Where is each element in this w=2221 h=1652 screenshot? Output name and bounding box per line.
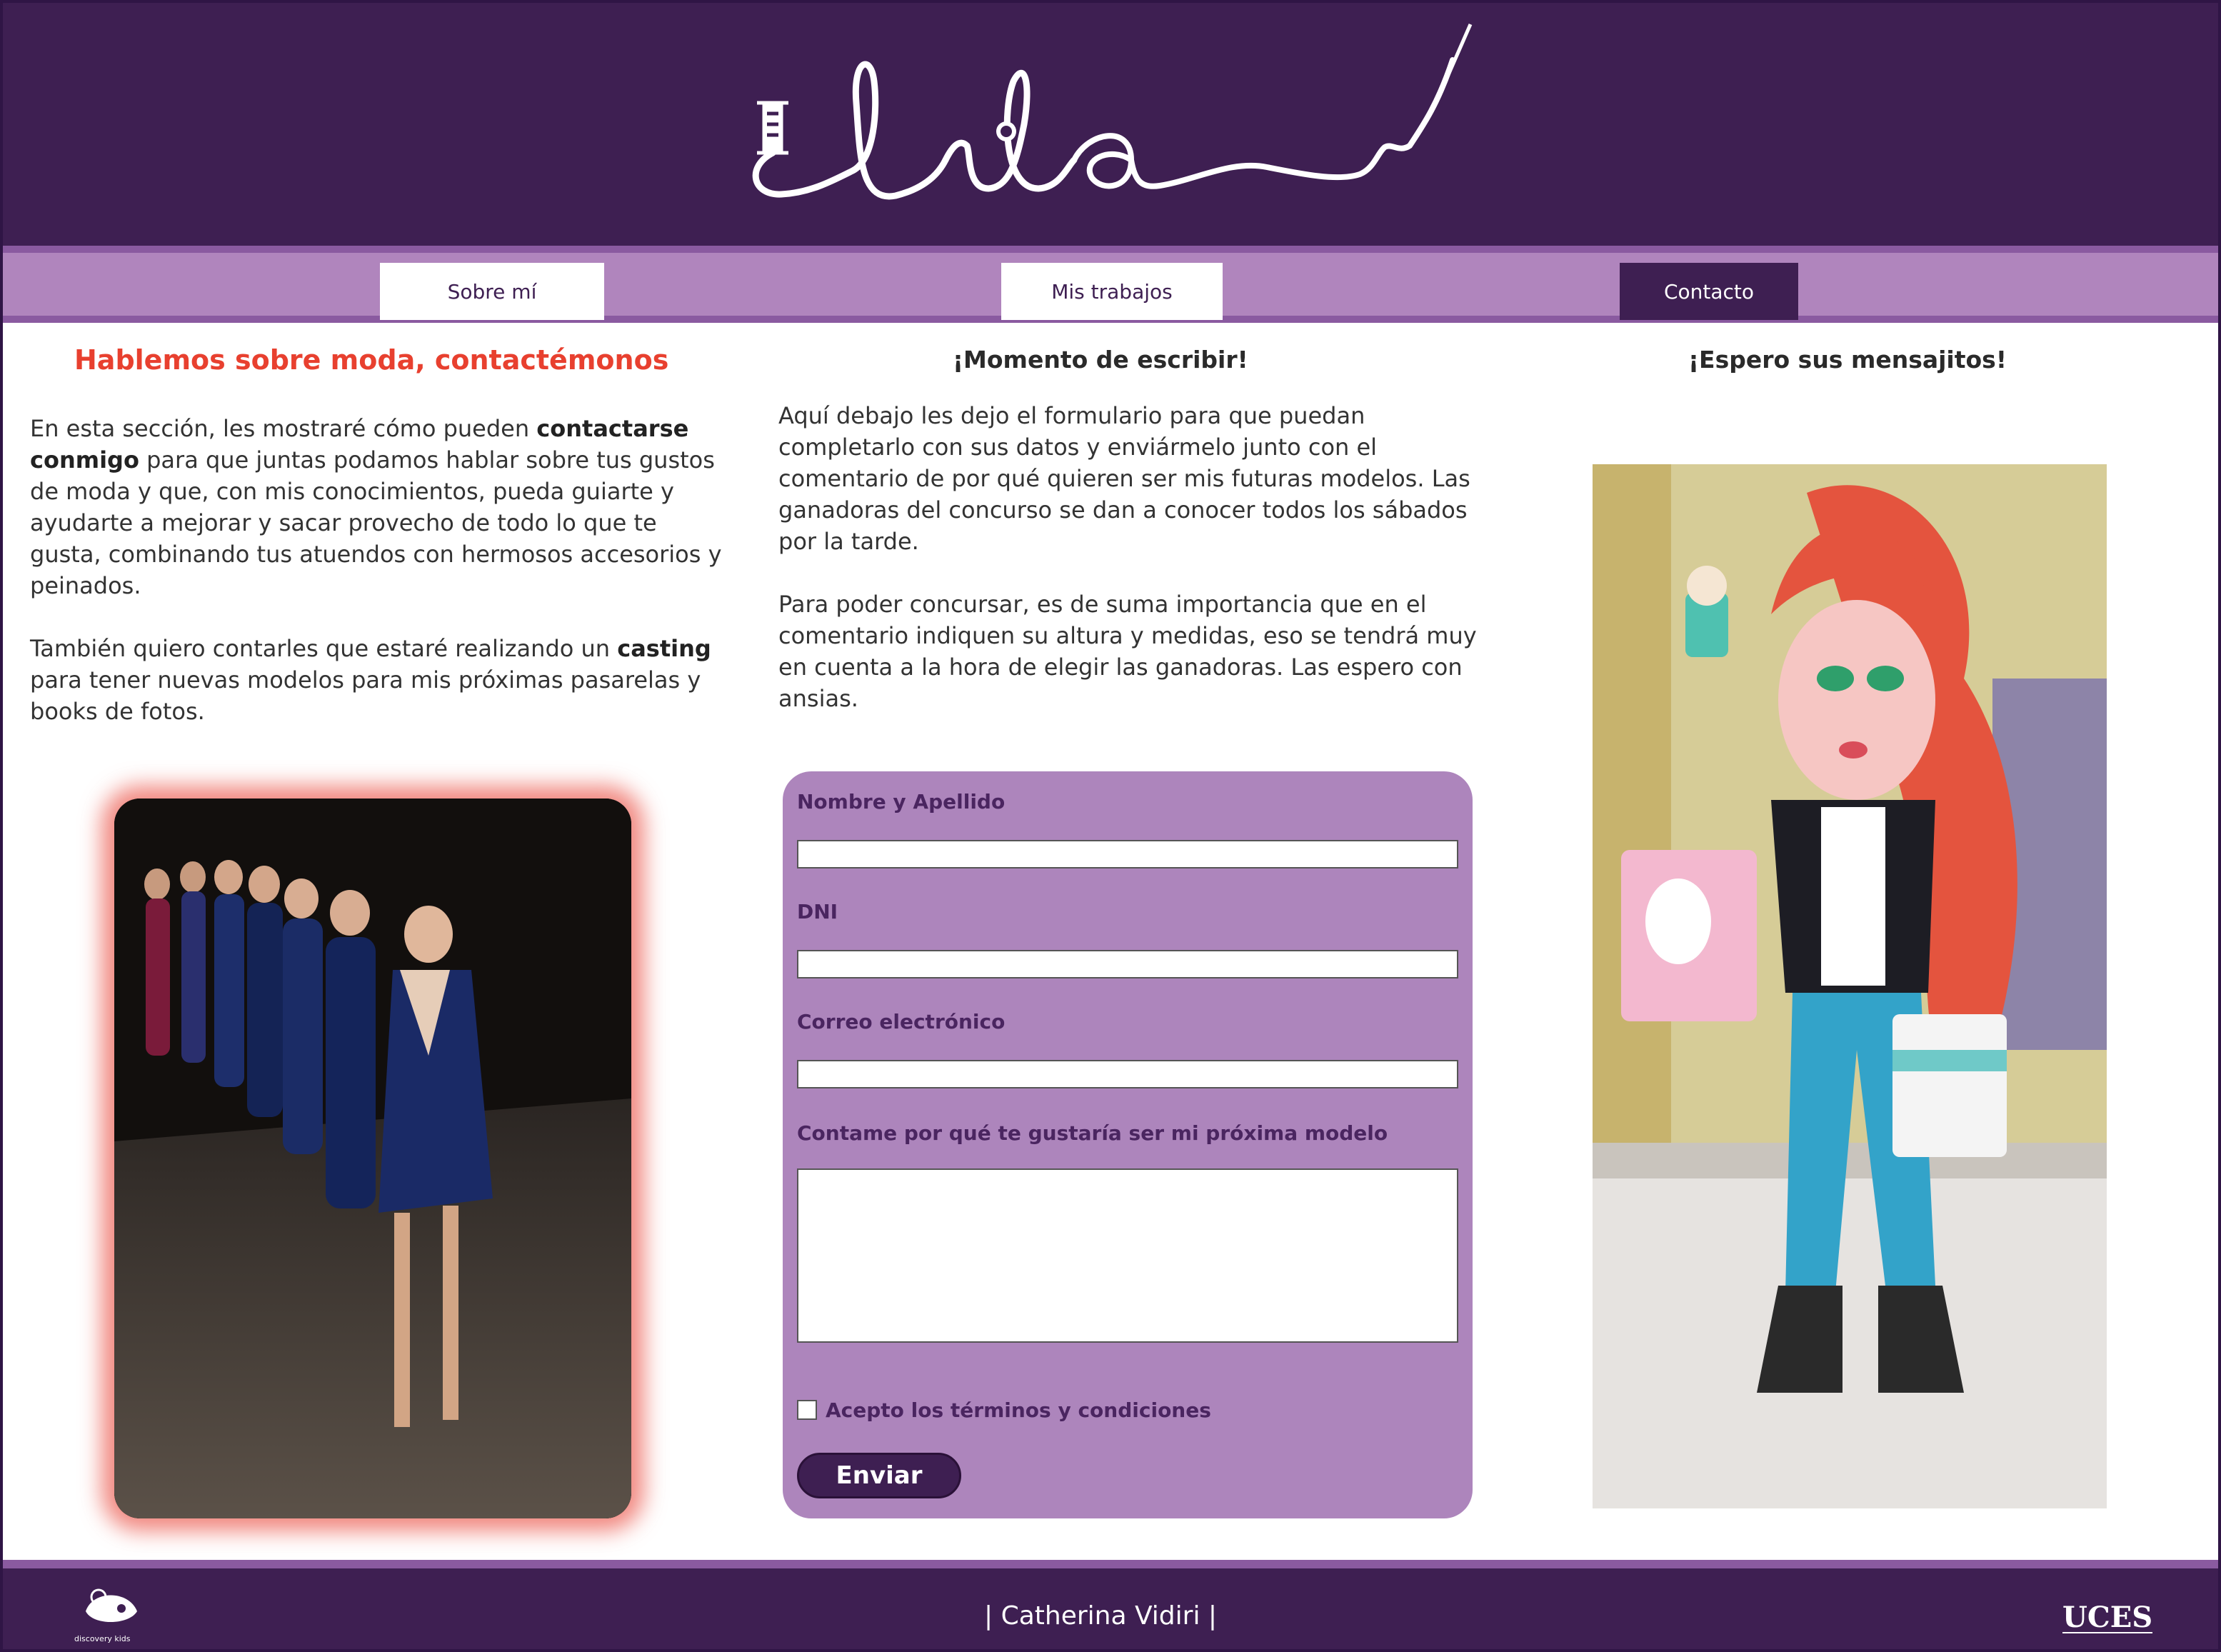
form-intro-text-2: Para poder concursar, es de suma importa…	[778, 591, 1477, 712]
footer-author: | Catherina Vidiri |	[984, 1601, 1218, 1631]
casting-text-1: También quiero contarles que estaré real…	[30, 635, 618, 662]
contact-heading: Hablemos sobre moda, contactémonos	[74, 344, 669, 376]
form-intro: Aquí debajo les dejo el formulario para …	[778, 400, 1485, 714]
lila-logo[interactable]	[731, 17, 1474, 231]
casting-text-2: para tener nuevas modelos para mis próxi…	[30, 666, 701, 725]
main-nav: Sobre mí Mis trabajos Contacto	[3, 246, 2218, 323]
messages-heading: ¡Espero sus mensajitos!	[1688, 346, 2007, 374]
name-input[interactable]	[797, 840, 1458, 868]
comment-label: Contame por qué te gustaría ser mi próxi…	[797, 1121, 1388, 1145]
intro-paragraph: En esta sección, les mostraré cómo puede…	[30, 413, 723, 727]
svg-text:UCES: UCES	[2062, 1601, 2152, 1634]
contact-form: Nombre y Apellido DNI Correo electrónico…	[783, 771, 1473, 1518]
header	[3, 3, 2218, 246]
terms-label[interactable]: Acepto los términos y condiciones	[826, 1398, 1211, 1422]
nav-item-contacto[interactable]: Contacto	[1620, 263, 1798, 320]
name-label: Nombre y Apellido	[797, 790, 1006, 814]
discovery-kids-logo[interactable]: discovery kids	[71, 1576, 157, 1647]
form-intro-text-1: Aquí debajo les dejo el formulario para …	[778, 402, 1470, 555]
uces-logo[interactable]: UCES	[2060, 1597, 2160, 1640]
write-heading: ¡Momento de escribir!	[953, 346, 1248, 374]
footer: discovery kids | Catherina Vidiri | UCES	[3, 1560, 2218, 1649]
email-input[interactable]	[797, 1060, 1458, 1088]
email-label: Correo electrónico	[797, 1010, 1006, 1033]
runway-photo	[114, 799, 631, 1518]
nav-item-mis-trabajos[interactable]: Mis trabajos	[1001, 263, 1223, 320]
dni-input[interactable]	[797, 950, 1458, 978]
submit-button[interactable]: Enviar	[797, 1453, 961, 1498]
terms-checkbox[interactable]	[797, 1400, 817, 1420]
nav-item-sobre-mi[interactable]: Sobre mí	[380, 263, 604, 320]
intro-text-1: En esta sección, les mostraré cómo puede…	[30, 415, 537, 442]
dni-label: DNI	[797, 900, 838, 923]
lila-cartoon	[1593, 464, 2107, 1508]
casting-bold: casting	[617, 635, 711, 662]
svg-text:discovery kids: discovery kids	[74, 1634, 131, 1643]
comment-textarea[interactable]	[797, 1168, 1458, 1343]
